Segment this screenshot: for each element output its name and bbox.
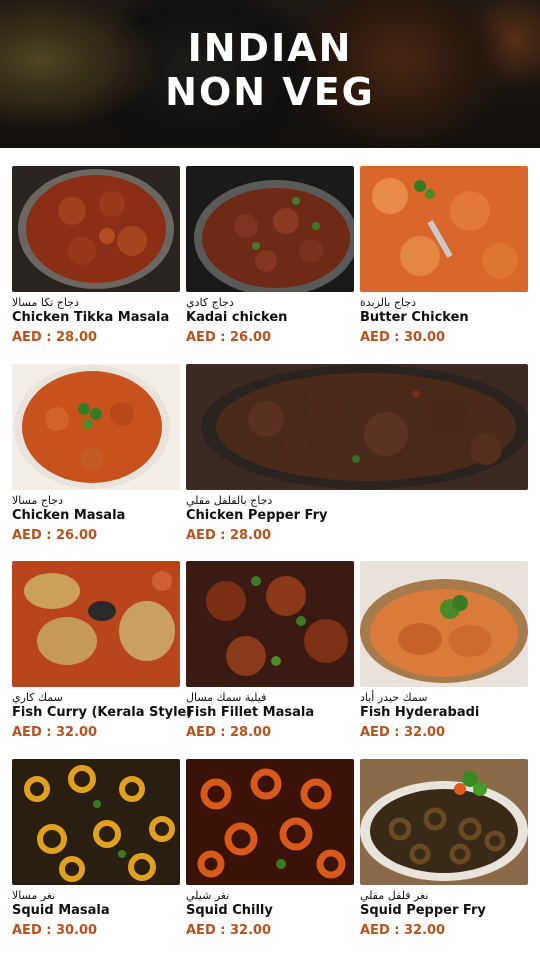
item-price: AED : 32.00 <box>12 725 98 740</box>
item-price: AED : 32.00 <box>360 923 446 938</box>
kadai-chicken-photo <box>186 166 354 292</box>
item-name: Chicken Pepper Fry <box>186 508 328 523</box>
item-price: AED : 28.00 <box>12 330 98 345</box>
menu-item-chicken-pepper-fry[interactable]: دجاج بالفلفل مقلي Chicken Pepper Fry AED… <box>186 364 528 550</box>
fish-hyderabadi-photo <box>360 561 528 687</box>
item-name: Fish Hyderabadi <box>360 705 480 720</box>
menu-item-squid-chilly[interactable]: نغر شيلي Squid Chilly AED : 32.00 <box>186 759 354 945</box>
item-price: AED : 26.00 <box>12 528 98 543</box>
item-price: AED : 30.00 <box>12 923 98 938</box>
item-name: Fish Curry (Kerala Style) <box>12 705 193 720</box>
item-arabic-name: دجاج تكا مسالا <box>12 296 79 309</box>
item-arabic-name: دجاج بالزبدة <box>360 296 417 309</box>
fish-curry-photo <box>12 561 180 687</box>
item-arabic-name: دجاج بالفلفل مقلي <box>186 494 273 507</box>
item-name: Squid Chilly <box>186 903 273 918</box>
menu-item-squid-masala[interactable]: نغر مسالا Squid Masala AED : 30.00 <box>12 759 180 945</box>
item-price: AED : 28.00 <box>186 725 272 740</box>
squid-masala-photo <box>12 759 180 885</box>
menu-item-fish-curry[interactable]: سمك كاري Fish Curry (Kerala Style) AED :… <box>12 561 192 747</box>
menu-item-squid-pepper-fry[interactable]: نغر فلفل مقلي Squid Pepper Fry AED : 32.… <box>360 759 528 945</box>
item-price: AED : 28.00 <box>186 528 272 543</box>
menu-item-fish-fillet-masala[interactable]: فيلية سمك مسال Fish Fillet Masala AED : … <box>186 561 354 747</box>
chicken-pepper-fry-photo <box>186 364 528 490</box>
squid-chilly-photo <box>186 759 354 885</box>
item-arabic-name: دجاج كادي <box>186 296 234 309</box>
menu-item-butter-chicken[interactable]: دجاج بالزبدة Butter Chicken AED : 30.00 <box>360 166 528 352</box>
item-name: Squid Masala <box>12 903 110 918</box>
item-arabic-name: نغر فلفل مقلي <box>360 889 429 902</box>
item-price: AED : 30.00 <box>360 330 446 345</box>
item-price: AED : 26.00 <box>186 330 272 345</box>
item-arabic-name: دجاج مسالا <box>12 494 63 507</box>
menu-item-chicken-tikka-masala[interactable]: دجاج تكا مسالا Chicken Tikka Masala AED … <box>12 166 180 352</box>
fish-fillet-masala-photo <box>186 561 354 687</box>
header-banner: INDIAN NON VEG <box>0 0 540 148</box>
squid-pepper-fry-photo <box>360 759 528 885</box>
chicken-masala-photo <box>12 364 180 490</box>
item-price: AED : 32.00 <box>186 923 272 938</box>
item-name: Squid Pepper Fry <box>360 903 486 918</box>
item-arabic-name: سمك حيدر أباد <box>360 691 428 704</box>
item-arabic-name: نغر شيلي <box>186 889 230 902</box>
title-line-2: NON VEG <box>165 70 375 114</box>
item-name: Chicken Masala <box>12 508 126 523</box>
menu-item-kadai-chicken[interactable]: دجاج كادي Kadai chicken AED : 26.00 <box>186 166 354 352</box>
item-name: Fish Fillet Masala <box>186 705 315 720</box>
butter-chicken-photo <box>360 166 528 292</box>
item-name: Chicken Tikka Masala <box>12 310 170 325</box>
menu-item-chicken-masala[interactable]: دجاج مسالا Chicken Masala AED : 26.00 <box>12 364 180 550</box>
menu-item-fish-hyderabadi[interactable]: سمك حيدر أباد Fish Hyderabadi AED : 32.0… <box>360 561 528 747</box>
chicken-tikka-masala-photo <box>12 166 180 292</box>
item-arabic-name: فيلية سمك مسال <box>186 691 267 704</box>
title-line-1: INDIAN <box>187 26 353 70</box>
item-arabic-name: سمك كاري <box>12 691 63 704</box>
item-name: Butter Chicken <box>360 310 469 325</box>
item-price: AED : 32.00 <box>360 725 446 740</box>
item-arabic-name: نغر مسالا <box>12 889 56 902</box>
page-title: INDIAN NON VEG <box>0 26 540 114</box>
item-name: Kadai chicken <box>186 310 288 325</box>
